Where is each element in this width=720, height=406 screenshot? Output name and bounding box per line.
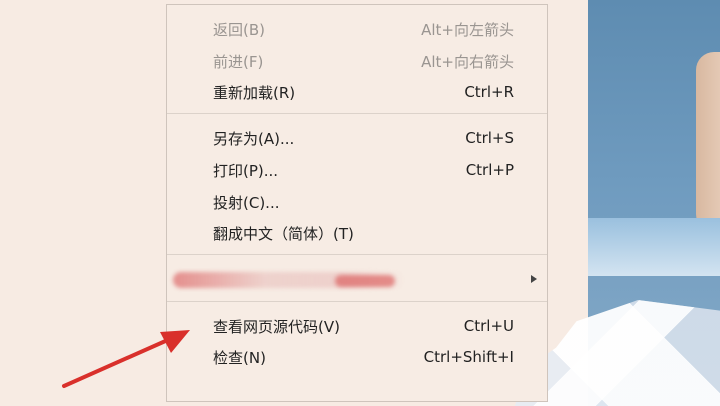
context-menu: 返回(B) Alt+向左箭头 前进(F) Alt+向右箭头 重新加载(R) Ct… xyxy=(166,4,548,402)
menu-item-label: 检查(N) xyxy=(213,348,266,367)
menu-item-shortcut: Alt+向右箭头 xyxy=(421,52,514,71)
menu-item-blurred-submenu[interactable] xyxy=(167,263,547,297)
menu-item-back[interactable]: 返回(B) Alt+向左箭头 xyxy=(167,14,547,44)
menu-separator xyxy=(167,113,547,114)
blurred-menu-label xyxy=(335,275,395,287)
menu-item-label: 查看网页源代码(V) xyxy=(213,317,340,336)
menu-item-forward[interactable]: 前进(F) Alt+向右箭头 xyxy=(167,46,547,76)
menu-item-shortcut: Ctrl+P xyxy=(465,161,514,179)
menu-item-label: 前进(F) xyxy=(213,52,264,71)
menu-item-translate[interactable]: 翻成中文（简体）(T) xyxy=(167,218,547,248)
menu-item-label: 打印(P)... xyxy=(213,161,279,180)
menu-item-label: 另存为(A)... xyxy=(213,129,295,148)
menu-item-print[interactable]: 打印(P)... Ctrl+P xyxy=(167,155,547,185)
menu-item-cast[interactable]: 投射(C)... xyxy=(167,187,547,217)
background-photo-band xyxy=(588,218,720,276)
menu-separator xyxy=(167,301,547,302)
menu-item-label: 投射(C)... xyxy=(213,193,280,212)
menu-item-shortcut: Ctrl+S xyxy=(465,129,514,147)
submenu-arrow-icon xyxy=(531,275,537,283)
menu-item-reload[interactable]: 重新加载(R) Ctrl+R xyxy=(167,77,547,107)
menu-item-label: 翻成中文（简体）(T) xyxy=(213,224,354,243)
menu-item-shortcut: Alt+向左箭头 xyxy=(421,20,514,39)
annotation-arrow-shaft xyxy=(62,337,172,388)
menu-item-inspect[interactable]: 检查(N) Ctrl+Shift+I xyxy=(167,342,547,372)
menu-item-view-source[interactable]: 查看网页源代码(V) Ctrl+U xyxy=(167,311,547,341)
menu-item-shortcut: Ctrl+R xyxy=(464,83,514,101)
menu-item-label: 返回(B) xyxy=(213,20,265,39)
menu-item-shortcut: Ctrl+Shift+I xyxy=(423,348,514,366)
menu-item-label: 重新加载(R) xyxy=(213,83,296,102)
menu-item-shortcut: Ctrl+U xyxy=(463,317,514,335)
background-photo-face xyxy=(696,52,720,232)
menu-separator xyxy=(167,254,547,255)
menu-item-save-as[interactable]: 另存为(A)... Ctrl+S xyxy=(167,123,547,153)
